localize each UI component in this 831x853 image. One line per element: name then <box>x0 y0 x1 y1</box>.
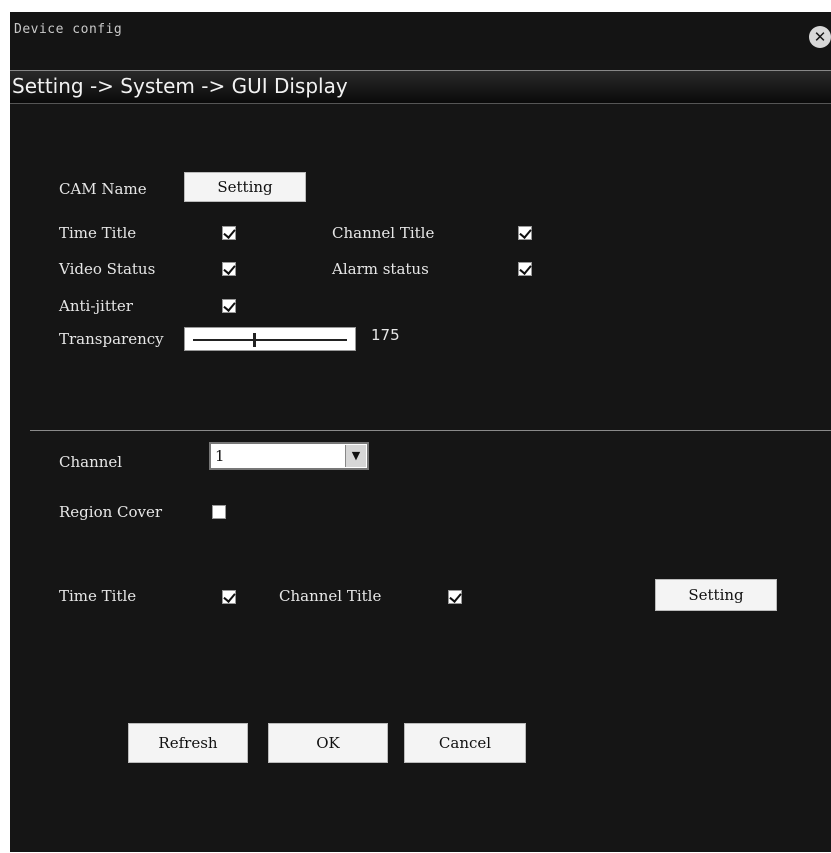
channel-time-title-checkbox[interactable] <box>222 590 236 604</box>
ok-button[interactable]: OK <box>268 723 388 763</box>
refresh-button[interactable]: Refresh <box>128 723 248 763</box>
channel-channel-title-checkbox[interactable] <box>448 590 462 604</box>
anti-jitter-checkbox[interactable] <box>222 299 236 313</box>
region-cover-checkbox[interactable] <box>212 505 226 519</box>
alarm-status-checkbox[interactable] <box>518 262 532 276</box>
channel-select-value: 1 <box>215 447 225 465</box>
cancel-button[interactable]: Cancel <box>404 723 526 763</box>
anti-jitter-label: Anti-jitter <box>59 297 133 315</box>
video-status-label: Video Status <box>59 260 156 278</box>
chevron-down-icon[interactable]: ▼ <box>345 445 366 467</box>
title-bar: Device config ✕ <box>10 12 831 60</box>
section-divider <box>30 430 831 431</box>
channel-channel-title-label: Channel Title <box>279 587 382 605</box>
slider-track <box>193 339 347 341</box>
breadcrumb: Setting -> System -> GUI Display <box>12 74 348 98</box>
transparency-slider[interactable] <box>184 327 356 351</box>
time-title-label: Time Title <box>59 224 137 242</box>
time-title-checkbox[interactable] <box>222 226 236 240</box>
cam-name-setting-button[interactable]: Setting <box>184 172 306 202</box>
window-title: Device config <box>14 22 123 37</box>
transparency-value: 175 <box>371 326 400 344</box>
slider-thumb[interactable] <box>253 333 256 347</box>
channel-label: Channel <box>59 453 123 471</box>
region-cover-label: Region Cover <box>59 503 163 521</box>
channel-title-label: Channel Title <box>332 224 435 242</box>
channel-select[interactable]: 1 ▼ <box>209 442 369 470</box>
video-status-checkbox[interactable] <box>222 262 236 276</box>
device-config-window: Device config ✕ Setting -> System -> GUI… <box>10 12 831 852</box>
channel-title-checkbox[interactable] <box>518 226 532 240</box>
cam-name-label: CAM Name <box>59 180 147 198</box>
channel-time-title-label: Time Title <box>59 587 137 605</box>
alarm-status-label: Alarm status <box>332 260 429 278</box>
breadcrumb-bar: Setting -> System -> GUI Display <box>10 70 831 104</box>
channel-setting-button[interactable]: Setting <box>655 579 777 611</box>
close-icon[interactable]: ✕ <box>809 26 831 48</box>
transparency-label: Transparency <box>59 330 164 348</box>
